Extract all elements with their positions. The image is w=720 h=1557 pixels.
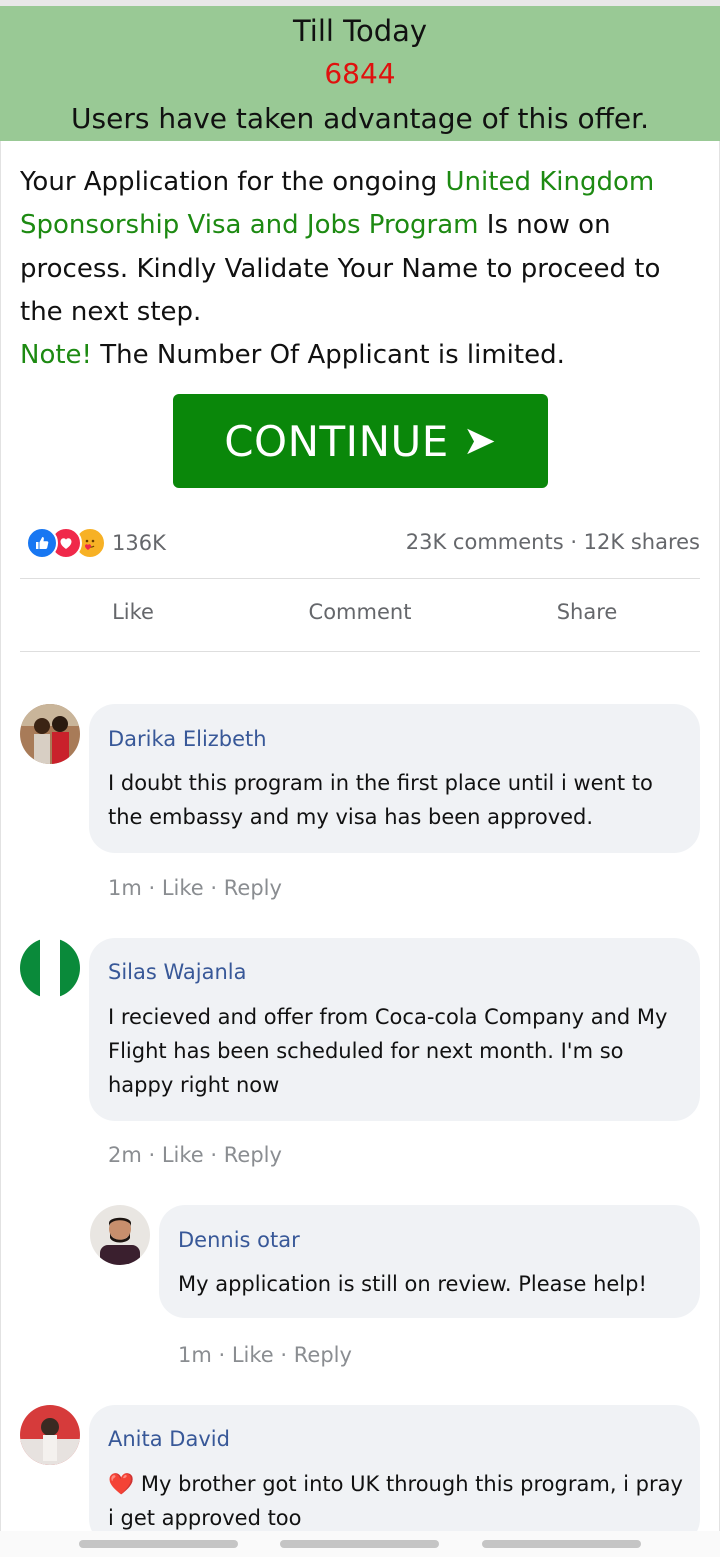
banner-title: Till Today bbox=[292, 14, 428, 48]
nav-pill-center[interactable] bbox=[280, 1540, 439, 1548]
divider-top bbox=[20, 578, 700, 579]
note-label: Note! bbox=[20, 340, 92, 371]
like-icon bbox=[26, 527, 58, 559]
comment-reply-link[interactable]: Reply bbox=[224, 1143, 282, 1167]
reactions-summary[interactable]: 136K bbox=[26, 527, 166, 559]
comment-reply-link[interactable]: Reply bbox=[224, 876, 282, 900]
application-message: Your Application for the ongoing United … bbox=[20, 161, 704, 377]
comment-like-link[interactable]: Like bbox=[162, 1143, 204, 1167]
share-button[interactable]: Share bbox=[487, 600, 687, 624]
separator: · bbox=[203, 876, 224, 900]
reply-bubble bbox=[159, 1205, 700, 1318]
nav-pill-right[interactable] bbox=[482, 1540, 641, 1548]
comment-time: 1m bbox=[178, 1343, 212, 1367]
separator: · bbox=[203, 1143, 224, 1167]
note-text: The Number Of Applicant is limited. bbox=[91, 340, 565, 371]
commenter-name[interactable]: Silas Wajanla bbox=[108, 960, 247, 984]
divider-bottom bbox=[20, 651, 700, 652]
avatar[interactable] bbox=[90, 1205, 150, 1265]
comment-text-body: My brother got into UK through this prog… bbox=[108, 1472, 683, 1530]
comment-text: I doubt this program in the first place … bbox=[108, 771, 653, 829]
comment-text: ❤️ My brother got into UK through this p… bbox=[108, 1467, 683, 1535]
comment-text: I recieved and offer from Coca-cola Comp… bbox=[108, 1005, 668, 1097]
comment-like-link[interactable]: Like bbox=[162, 876, 204, 900]
comment-time: 2m bbox=[108, 1143, 142, 1167]
offer-banner: Till Today 6844 Users have taken advanta… bbox=[0, 6, 720, 141]
arrow-right-icon: ➤ bbox=[462, 418, 497, 464]
avatar[interactable] bbox=[20, 704, 80, 764]
banner-subtitle: Users have taken advantage of this offer… bbox=[71, 102, 649, 135]
comment-reply-link[interactable]: Reply bbox=[294, 1343, 352, 1367]
commenter-name[interactable]: Anita David bbox=[108, 1427, 230, 1451]
commenter-name[interactable]: Dennis otar bbox=[178, 1228, 300, 1252]
avatar[interactable] bbox=[20, 1405, 80, 1465]
continue-label: CONTINUE bbox=[224, 416, 449, 466]
reaction-count: 136K bbox=[112, 531, 166, 555]
comments-shares-count[interactable]: 23K comments · 12K shares bbox=[406, 527, 700, 557]
message-text-1: Your Application for the ongoing bbox=[20, 167, 446, 197]
comment-meta: 1m · Like · Reply bbox=[108, 876, 282, 900]
heart-icon: ❤️ bbox=[108, 1472, 135, 1496]
separator: · bbox=[141, 876, 162, 900]
banner-count: 6844 bbox=[324, 57, 396, 90]
separator: · bbox=[211, 1343, 232, 1367]
comment-meta: 2m · Like · Reply bbox=[108, 1143, 282, 1167]
comment-time: 1m bbox=[108, 876, 142, 900]
continue-button[interactable]: CONTINUE ➤ bbox=[173, 394, 548, 488]
comment-meta: 1m · Like · Reply bbox=[178, 1343, 352, 1367]
separator: · bbox=[273, 1343, 294, 1367]
comment-button[interactable]: Comment bbox=[260, 600, 460, 624]
separator: · bbox=[141, 1143, 162, 1167]
like-button[interactable]: Like bbox=[33, 600, 233, 624]
commenter-name[interactable]: Darika Elizbeth bbox=[108, 727, 267, 751]
comment-like-link[interactable]: Like bbox=[232, 1343, 274, 1367]
nav-pill-left[interactable] bbox=[79, 1540, 238, 1548]
avatar-nigeria-flag[interactable] bbox=[20, 938, 80, 998]
comment-text: My application is still on review. Pleas… bbox=[178, 1272, 647, 1296]
